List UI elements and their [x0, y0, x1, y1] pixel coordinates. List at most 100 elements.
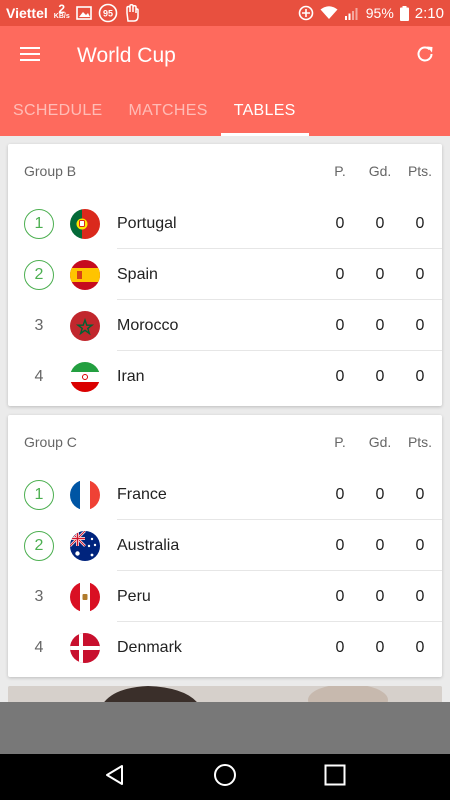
played-value: 0	[335, 367, 345, 385]
points-value: 0	[415, 265, 425, 283]
group-title: Group B	[24, 163, 77, 179]
goal-diff-value: 0	[375, 536, 385, 554]
table-row[interactable]: 3 Morocco 0 0 0	[8, 300, 442, 351]
tab-schedule[interactable]: SCHEDULE	[0, 86, 116, 136]
goal-diff-value: 0	[375, 485, 385, 503]
france-flag-icon	[70, 479, 100, 510]
speed-value: 2	[58, 2, 66, 16]
spain-flag-icon	[70, 259, 100, 290]
back-button[interactable]	[95, 757, 135, 797]
recents-button[interactable]	[315, 757, 355, 797]
position-badge: 2	[24, 259, 54, 290]
toolbar: World Cup	[0, 26, 450, 86]
app-title: World Cup	[77, 44, 176, 67]
played-value: 0	[335, 265, 345, 283]
played-value: 0	[335, 316, 345, 334]
bottom-overlay	[0, 702, 450, 754]
points-value: 0	[415, 587, 425, 605]
goal-diff-value: 0	[375, 265, 385, 283]
portugal-flag-icon	[70, 208, 100, 239]
points-value: 0	[415, 485, 425, 503]
hand-icon	[124, 4, 140, 22]
table-row[interactable]: 1 Portugal 0 0 0	[8, 198, 442, 249]
notification-badge-count: 95	[103, 9, 113, 19]
table-row[interactable]: 4 Iran 0 0 0	[8, 351, 442, 402]
team-name: Australia	[117, 536, 180, 554]
position-badge: 1	[24, 208, 54, 239]
signal-icon	[344, 6, 360, 20]
team-name: France	[117, 485, 167, 503]
col-points-header: Pts.	[407, 163, 433, 179]
refresh-button[interactable]	[400, 26, 450, 86]
back-triangle-icon	[104, 764, 126, 791]
points-value: 0	[415, 214, 425, 232]
data-saver-icon	[298, 5, 314, 21]
table-row[interactable]: 1 France 0 0 0	[8, 469, 442, 520]
tab-bar: SCHEDULE MATCHES TABLES	[0, 86, 450, 136]
battery-icon	[399, 5, 409, 21]
denmark-flag-icon	[70, 632, 100, 663]
points-value: 0	[415, 367, 425, 385]
ad-banner-image[interactable]	[8, 686, 442, 702]
played-value: 0	[335, 638, 345, 656]
goal-diff-value: 0	[375, 214, 385, 232]
australia-flag-icon	[70, 530, 100, 561]
position-badge: 3	[34, 316, 44, 334]
group-header: Group C P. Gd. Pts.	[8, 415, 442, 469]
group-title: Group C	[24, 434, 77, 450]
navigation-bar	[0, 754, 450, 800]
iran-flag-icon	[70, 361, 100, 392]
position-badge: 3	[34, 587, 44, 605]
position-badge: 2	[24, 530, 54, 561]
position-badge: 1	[24, 479, 54, 510]
points-value: 0	[415, 316, 425, 334]
goal-diff-value: 0	[375, 367, 385, 385]
goal-diff-value: 0	[375, 587, 385, 605]
home-button[interactable]	[205, 757, 245, 797]
team-name: Spain	[117, 265, 158, 283]
tab-matches[interactable]: MATCHES	[116, 86, 221, 136]
clock: 2:10	[414, 4, 444, 22]
notification-badge-icon: 95	[98, 3, 118, 23]
hamburger-menu-icon	[20, 46, 40, 67]
image-icon	[75, 6, 92, 20]
group-card-b: Group B P. Gd. Pts. 1 Portugal 0 0 0 2 S…	[8, 144, 442, 406]
position-badge: 4	[34, 367, 44, 385]
recents-square-icon	[324, 764, 346, 791]
tab-tables[interactable]: TABLES	[220, 86, 309, 136]
refresh-icon	[415, 44, 435, 69]
team-name: Portugal	[117, 214, 177, 232]
table-row[interactable]: 4 Denmark 0 0 0	[8, 622, 442, 673]
tables-list[interactable]: Group B P. Gd. Pts. 1 Portugal 0 0 0 2 S…	[0, 136, 450, 702]
col-points-header: Pts.	[407, 434, 433, 450]
morocco-flag-icon	[70, 310, 100, 341]
team-name: Iran	[117, 367, 145, 385]
points-value: 0	[415, 536, 425, 554]
played-value: 0	[335, 485, 345, 503]
peru-flag-icon	[70, 581, 100, 612]
speed-unit: KB/s	[53, 13, 70, 20]
played-value: 0	[335, 587, 345, 605]
played-value: 0	[335, 536, 345, 554]
col-goal-diff-header: Gd.	[368, 163, 392, 179]
table-row[interactable]: 3 Peru 0 0 0	[8, 571, 442, 622]
col-played-header: P.	[334, 163, 346, 179]
carrier-label: Viettel	[6, 5, 48, 21]
table-row[interactable]: 2 Spain 0 0 0	[8, 249, 442, 300]
team-name: Peru	[117, 587, 151, 605]
wifi-icon	[320, 6, 338, 20]
team-name: Denmark	[117, 638, 182, 656]
status-bar: Viettel 2 KB/s 95 95% 2:10	[0, 0, 450, 26]
menu-button[interactable]	[0, 26, 60, 86]
goal-diff-value: 0	[375, 638, 385, 656]
position-badge: 4	[34, 638, 44, 656]
network-speed: 2 KB/s	[53, 2, 70, 21]
battery-percent: 95%	[365, 5, 394, 21]
goal-diff-value: 0	[375, 316, 385, 334]
app-bar: World Cup SCHEDULE MATCHES TABLES	[0, 26, 450, 136]
col-played-header: P.	[334, 434, 346, 450]
table-row[interactable]: 2 Australia 0 0 0	[8, 520, 442, 571]
points-value: 0	[415, 638, 425, 656]
group-card-c: Group C P. Gd. Pts. 1 France 0 0 0 2 Aus…	[8, 415, 442, 677]
home-circle-icon	[213, 763, 237, 792]
